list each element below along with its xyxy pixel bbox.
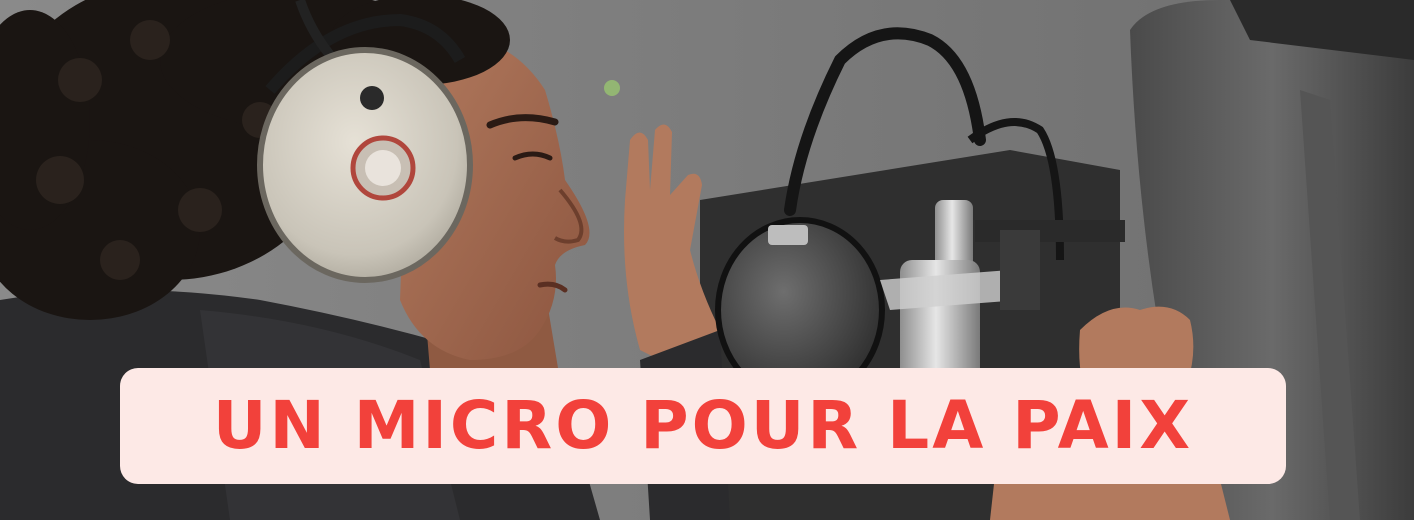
- title-pill: UN MICRO POUR LA PAIX: [120, 368, 1286, 484]
- banner-title: UN MICRO POUR LA PAIX: [212, 387, 1194, 464]
- hero-banner: UN MICRO POUR LA PAIX: [0, 0, 1414, 520]
